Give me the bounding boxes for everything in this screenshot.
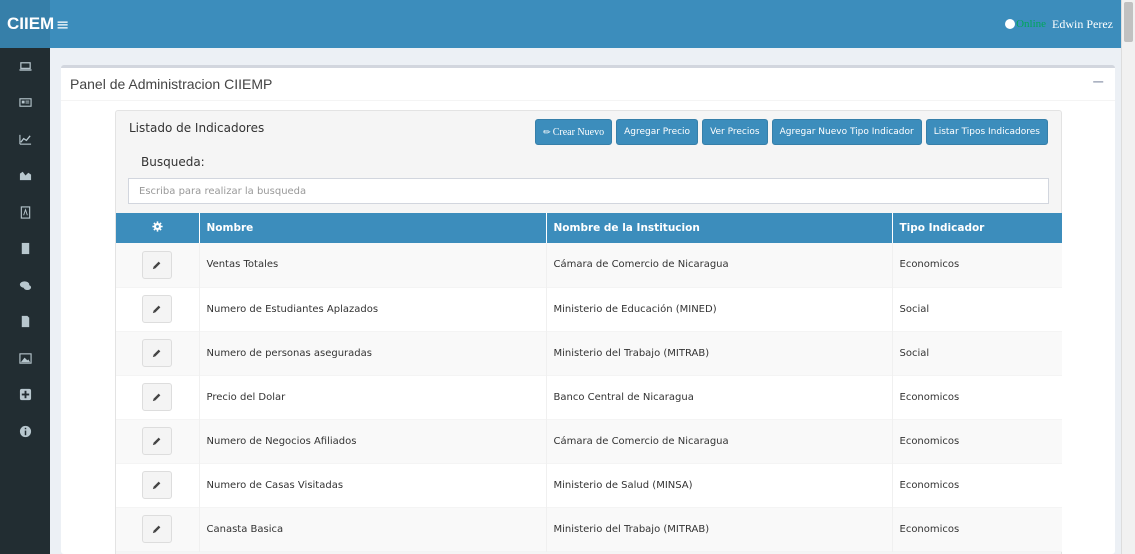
institution-column-header[interactable]: Nombre de la Institucion <box>546 213 893 243</box>
add-indicator-type-button[interactable]: Agregar Nuevo Tipo Indicador <box>771 119 922 145</box>
table-row: Canasta Basica Ministerio del Trabajo (MI… <box>116 507 1062 551</box>
institution-cell: Cámara de Comercio de Nicaragua <box>546 419 893 463</box>
type-column-header[interactable]: Tipo Indicador <box>892 213 1062 243</box>
line-chart-icon[interactable] <box>0 121 50 158</box>
indicators-table: Nombre Nombre de la Institucion Tipo Ind… <box>116 213 1062 552</box>
top-navbar: CIIEM ≡ Online Edwin Perez <box>0 0 1121 48</box>
pencil-icon <box>153 305 161 314</box>
institution-cell: Ministerio del Trabajo (MITRAB) <box>546 507 893 551</box>
create-new-label: Crear Nuevo <box>552 126 605 138</box>
edit-cell <box>116 419 200 463</box>
edit-cell <box>116 287 200 331</box>
institution-cell: Ministerio de Educación (MINED) <box>546 287 893 331</box>
institution-cell: Ministerio del Trabajo (MITRAB) <box>546 331 893 375</box>
pencil-icon <box>153 525 161 534</box>
pencil-icon <box>153 261 161 269</box>
table-row: Numero de Negocios Afiliados Cámara de Co… <box>116 419 1062 463</box>
view-prices-button[interactable]: Ver Precios <box>702 119 768 145</box>
list-title: Listado de Indicadores <box>129 121 265 135</box>
table-row: Numero de personas aseguradas Ministerio … <box>116 331 1062 375</box>
status-dot-icon <box>1005 19 1016 29</box>
pencil-icon <box>153 437 161 446</box>
building-icon[interactable] <box>0 231 50 268</box>
sidebar <box>0 48 50 554</box>
indicator-name-cell: Numero de personas aseguradas <box>199 331 547 375</box>
institution-cell: Ministerio de Salud (MINSA) <box>546 463 893 507</box>
indicators-list-box: Listado de Indicadores ✏ Crear Nuevo Agr… <box>115 110 1062 554</box>
admin-panel: Panel de Administracion CIIEMP − Listado… <box>61 65 1115 554</box>
table-body: Ventas Totales Cámara de Comercio de Nica… <box>116 243 1062 551</box>
panel-title: Panel de Administracion CIIEMP <box>70 76 273 92</box>
page-scrollbar[interactable] <box>1121 0 1135 554</box>
indicator-type-cell: Economicos <box>899 479 960 491</box>
gear-icon <box>152 221 163 232</box>
edit-button[interactable] <box>142 250 173 279</box>
scroll-thumb[interactable] <box>1124 2 1133 42</box>
settings-column-header <box>116 213 200 243</box>
edit-cell <box>116 463 200 507</box>
user-menu[interactable]: Online Edwin Perez <box>1005 17 1113 32</box>
user-name: Edwin Perez <box>1052 16 1113 31</box>
edit-cell <box>116 507 200 551</box>
indicator-type-cell: Economicos <box>899 391 960 403</box>
panel-header: Panel de Administracion CIIEMP <box>61 68 1115 101</box>
indicator-name-cell: Numero de Casas Visitadas <box>199 463 547 507</box>
indicator-name-cell: Canasta Basica <box>199 507 547 551</box>
edit-cell <box>116 331 200 375</box>
table-row: Ventas Totales Cámara de Comercio de Nica… <box>116 243 1062 287</box>
create-new-button[interactable]: ✏ Crear Nuevo <box>535 119 613 145</box>
laptop-icon[interactable] <box>0 48 50 85</box>
name-column-header[interactable]: Nombre <box>199 213 547 243</box>
indicator-type-cell: Social <box>899 303 930 315</box>
edit-button[interactable] <box>142 427 173 455</box>
indicator-name-cell: Numero de Negocios Afiliados <box>199 419 547 463</box>
institution-cell: Banco Central de Nicaragua <box>546 375 893 419</box>
online-status: Online <box>1016 18 1047 30</box>
id-card-icon[interactable] <box>0 85 50 122</box>
edit-cell <box>116 375 200 419</box>
indicator-type-cell: Economicos <box>899 259 960 271</box>
action-buttons: ✏ Crear Nuevo Agregar Precio Ver Precios… <box>535 119 1048 145</box>
table-header-row: Nombre Nombre de la Institucion Tipo Ind… <box>116 213 1062 243</box>
comments-icon[interactable] <box>0 267 50 304</box>
add-price-button[interactable]: Agregar Precio <box>616 119 699 145</box>
edit-cell <box>116 243 200 287</box>
search-label: Busqueda: <box>141 155 205 169</box>
edit-button[interactable] <box>142 383 173 411</box>
pencil-icon <box>153 393 161 402</box>
pencil-icon <box>153 481 161 490</box>
edit-button[interactable] <box>142 515 173 543</box>
table-row: Precio del Dolar Banco Central de Nicarag… <box>116 375 1062 419</box>
pencil-icon <box>153 349 161 358</box>
file-icon[interactable] <box>0 304 50 341</box>
indicator-type-cell: Economicos <box>899 523 960 535</box>
app-logo[interactable]: CIIEM <box>0 0 54 48</box>
search-input[interactable] <box>128 178 1049 204</box>
edit-button[interactable] <box>142 295 173 323</box>
pencil-icon: ✏ <box>543 126 551 137</box>
edit-button[interactable] <box>142 339 173 367</box>
indicator-type-cell: Economicos <box>899 435 960 447</box>
table-row: Numero de Estudiantes Aplazados Ministeri… <box>116 287 1062 331</box>
hamburger-icon[interactable]: ≡ <box>56 15 69 34</box>
pdf-file-icon[interactable] <box>0 194 50 231</box>
indicator-name-cell: Precio del Dolar <box>199 375 547 419</box>
institution-cell: Cámara de Comercio de Nicaragua <box>546 243 893 287</box>
info-circle-icon[interactable] <box>0 413 50 450</box>
edit-button[interactable] <box>142 471 173 499</box>
area-chart-icon[interactable] <box>0 158 50 195</box>
image-icon[interactable] <box>0 340 50 377</box>
collapse-button[interactable]: − <box>1092 72 1105 91</box>
table-row: Numero de Casas Visitadas Ministerio de S… <box>116 463 1062 507</box>
indicator-type-cell: Social <box>899 347 930 359</box>
plus-square-icon[interactable] <box>0 377 50 414</box>
indicator-name-cell: Numero de Estudiantes Aplazados <box>199 287 547 331</box>
list-indicator-types-button[interactable]: Listar Tipos Indicadores <box>925 119 1048 145</box>
indicator-name-cell: Ventas Totales <box>199 243 547 287</box>
